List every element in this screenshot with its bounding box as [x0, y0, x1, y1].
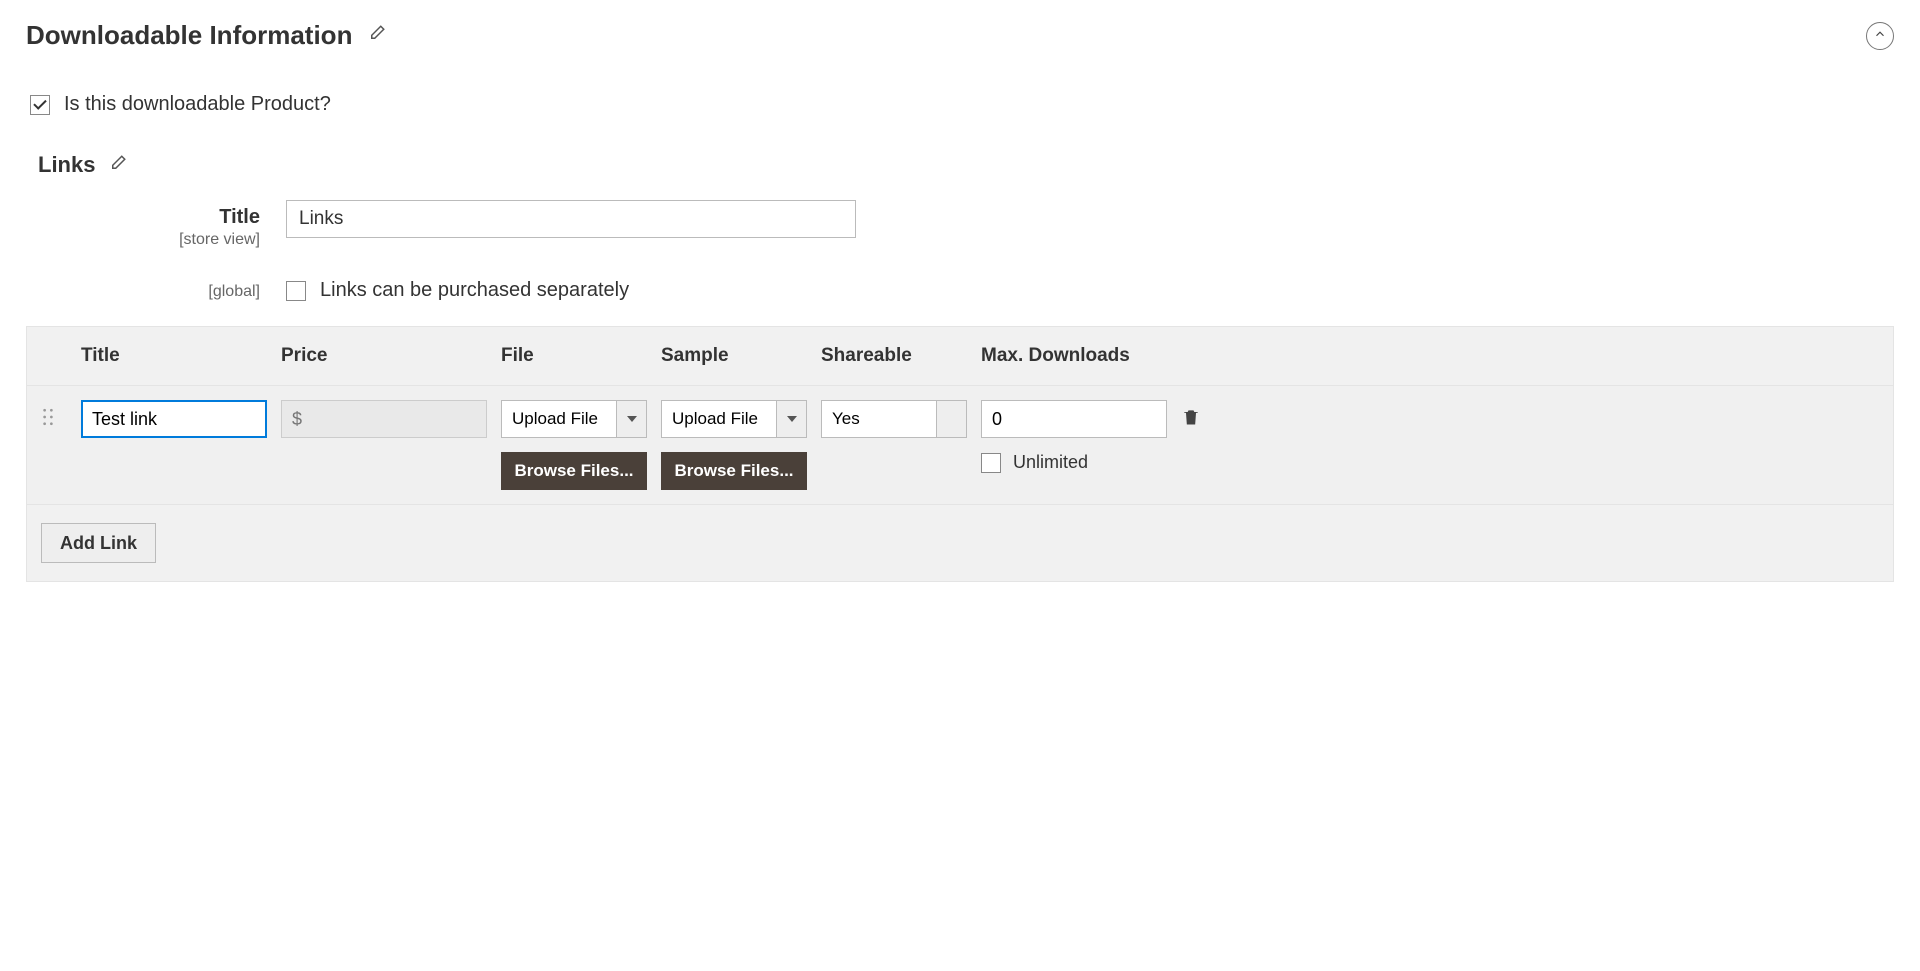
delete-row-button[interactable] [1181, 400, 1221, 433]
sample-browse-button[interactable]: Browse Files... [661, 452, 807, 490]
links-title-input[interactable] [286, 200, 856, 238]
row-title-input[interactable] [81, 400, 267, 438]
unlimited-checkbox[interactable] [981, 453, 1001, 473]
unlimited-label: Unlimited [1013, 452, 1088, 473]
is-downloadable-label: Is this downloadable Product? [64, 93, 331, 116]
col-shareable: Shareable [821, 345, 981, 367]
is-downloadable-checkbox[interactable] [30, 95, 50, 115]
sample-upload-button[interactable]: Upload File [661, 400, 777, 438]
links-heading: Links [38, 152, 95, 178]
file-upload-caret[interactable] [617, 400, 647, 438]
col-title: Title [81, 345, 281, 367]
max-downloads-input[interactable] [981, 400, 1167, 438]
chevron-up-icon [1873, 27, 1887, 44]
sample-upload-caret[interactable] [777, 400, 807, 438]
links-separate-scope: [global] [26, 283, 260, 301]
table-row: Upload File Browse Files... Upload File … [27, 386, 1893, 505]
shareable-caret[interactable] [937, 400, 967, 438]
pencil-icon[interactable] [368, 24, 386, 47]
col-file: File [501, 345, 661, 367]
caret-down-icon [787, 412, 797, 427]
trash-icon [1181, 415, 1201, 432]
col-sample: Sample [661, 345, 821, 367]
links-title-scope: [store view] [26, 231, 260, 249]
row-price-input[interactable] [281, 400, 487, 438]
links-separate-label: Links can be purchased separately [320, 279, 629, 302]
drag-handle-icon[interactable] [41, 400, 81, 431]
shareable-select[interactable]: Yes [821, 400, 937, 438]
links-title-label: Title [26, 206, 260, 229]
add-link-button[interactable]: Add Link [41, 523, 156, 563]
pencil-icon[interactable] [109, 154, 127, 177]
file-upload-button[interactable]: Upload File [501, 400, 617, 438]
links-separate-checkbox[interactable] [286, 281, 306, 301]
col-max-downloads: Max. Downloads [981, 345, 1181, 367]
caret-down-icon [627, 412, 637, 427]
file-browse-button[interactable]: Browse Files... [501, 452, 647, 490]
collapse-button[interactable] [1866, 22, 1894, 50]
links-table: Title Price File Sample Shareable Max. D… [26, 326, 1894, 582]
col-price: Price [281, 345, 501, 367]
section-title: Downloadable Information [26, 20, 352, 51]
